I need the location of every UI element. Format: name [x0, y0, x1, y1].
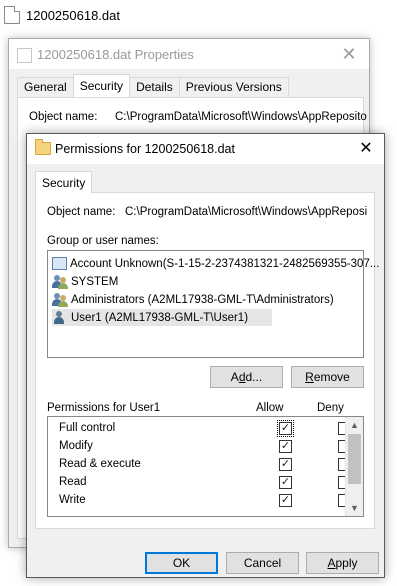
tab-previous-versions[interactable]: Previous Versions: [178, 77, 289, 97]
permissions-scrollbar[interactable]: ▲ ▼: [345, 417, 363, 516]
permission-name: Read: [59, 476, 87, 488]
allow-checkbox[interactable]: ✓: [277, 420, 294, 437]
close-icon[interactable]: ✕: [354, 137, 378, 161]
user-row-system[interactable]: SYSTEM: [52, 273, 118, 290]
tab-security[interactable]: Security: [35, 171, 93, 194]
properties-tabs: General Security Details Previous Versio…: [17, 74, 289, 97]
permission-name: Full control: [59, 422, 116, 434]
folder-icon: [35, 139, 51, 155]
scroll-down-icon[interactable]: ▼: [346, 500, 363, 516]
scroll-up-icon[interactable]: ▲: [346, 417, 363, 433]
user-name: SYSTEM: [71, 275, 119, 288]
deny-header: Deny: [317, 402, 344, 414]
permission-name: Write: [59, 494, 86, 506]
permission-row-modify: Modify ✓: [48, 438, 351, 456]
unknown-account-icon: [52, 257, 67, 270]
file-icon: [17, 48, 32, 63]
user-name: User1 (A2ML17938-GML-T\User1): [71, 311, 249, 324]
user-row-account-unknown[interactable]: Account Unknown(S-1-15-2-2374381321-2482…: [52, 255, 379, 272]
permissions-label: Permissions for User1: [47, 402, 161, 414]
permission-row-read: Read ✓: [48, 474, 351, 492]
file-icon: [4, 6, 20, 24]
object-name-label: Object name:: [29, 111, 98, 123]
properties-titlebar: 1200250618.dat Properties ✕: [9, 39, 369, 69]
permission-row-read-execute: Read & execute ✓: [48, 456, 351, 474]
user-row-user1[interactable]: User1 (A2ML17938-GML-T\User1): [52, 309, 272, 326]
properties-title: 1200250618.dat Properties: [37, 47, 194, 62]
allow-checkbox[interactable]: ✓: [279, 440, 292, 453]
file-name: 1200250618.dat: [26, 7, 120, 23]
permissions-dialog: Permissions for 1200250618.dat ✕ Securit…: [26, 133, 385, 578]
user-row-administrators[interactable]: Administrators (A2ML17938-GML-T\Administ…: [52, 291, 334, 308]
object-name-value: C:\ProgramData\Microsoft\Windows\AppRepo…: [115, 111, 367, 123]
apply-button[interactable]: Apply: [306, 552, 379, 574]
object-name-label: Object name:: [47, 206, 116, 218]
user-list[interactable]: Account Unknown(S-1-15-2-2374381321-2482…: [47, 250, 379, 358]
object-name-value: C:\ProgramData\Microsoft\Windows\AppRepo…: [125, 206, 367, 218]
users-group-icon: [52, 274, 68, 289]
permission-name: Read & execute: [59, 458, 141, 470]
tab-general[interactable]: General: [17, 77, 74, 97]
allow-checkbox[interactable]: ✓: [279, 458, 292, 471]
add-button[interactable]: Add...: [210, 366, 283, 388]
dialog-titlebar: Permissions for 1200250618.dat ✕: [27, 134, 384, 164]
group-or-user-names-label: Group or user names:: [47, 235, 159, 247]
close-icon[interactable]: ✕: [337, 42, 361, 66]
users-group-icon: [52, 292, 68, 307]
ok-button[interactable]: OK: [145, 552, 218, 574]
scroll-thumb[interactable]: [348, 434, 361, 484]
tab-security[interactable]: Security: [72, 74, 131, 97]
dialog-title: Permissions for 1200250618.dat: [55, 142, 235, 156]
permission-name: Modify: [59, 440, 93, 452]
user-icon: [52, 310, 68, 325]
permission-row-write: Write ✓: [48, 492, 351, 510]
file-label[interactable]: 1200250618.dat: [4, 4, 120, 26]
permissions-list: Full control ✓ Modify ✓ Read & execute ✓…: [47, 416, 364, 517]
user-name: Administrators (A2ML17938-GML-T\Administ…: [71, 293, 334, 306]
allow-header: Allow: [256, 402, 284, 414]
cancel-button[interactable]: Cancel: [226, 552, 299, 574]
remove-button[interactable]: Remove: [291, 366, 364, 388]
allow-checkbox[interactable]: ✓: [279, 476, 292, 489]
allow-checkbox[interactable]: ✓: [279, 494, 292, 507]
tab-details[interactable]: Details: [129, 77, 180, 97]
user-name: Account Unknown(S-1-15-2-2374381321-2482…: [70, 257, 380, 270]
permission-row-full-control: Full control ✓: [48, 420, 351, 438]
